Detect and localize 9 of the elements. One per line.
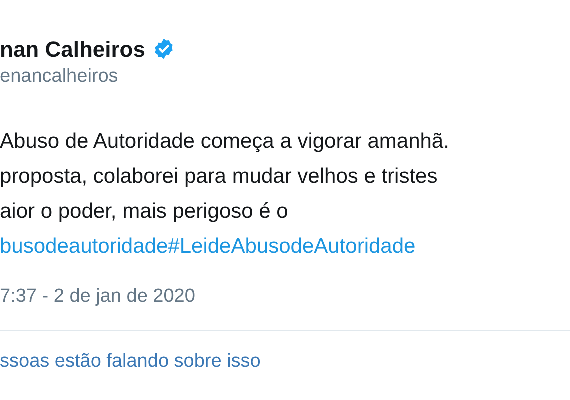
hashtag-link[interactable]: busodeautoridade [0, 229, 168, 264]
tweet-text-line: aior o poder, mais perigoso é o [0, 199, 290, 225]
author-name: nan Calheiros [0, 36, 146, 64]
author-handle: enancalheiros [0, 65, 120, 89]
tweet-text-line: Abuso de Autoridade começa a vigorar amanhã. [0, 129, 450, 155]
hashtag-link[interactable]: #LeideAbusodeAutoridade [168, 229, 416, 264]
tweet-timestamp: 7:37 - 2 de jan de 2020 [0, 285, 196, 309]
conversation-link[interactable]: ssoas estão falando sobre isso [0, 349, 261, 375]
tweet-text-line: proposta, colaborei para mudar velhos e tristes [0, 164, 439, 190]
